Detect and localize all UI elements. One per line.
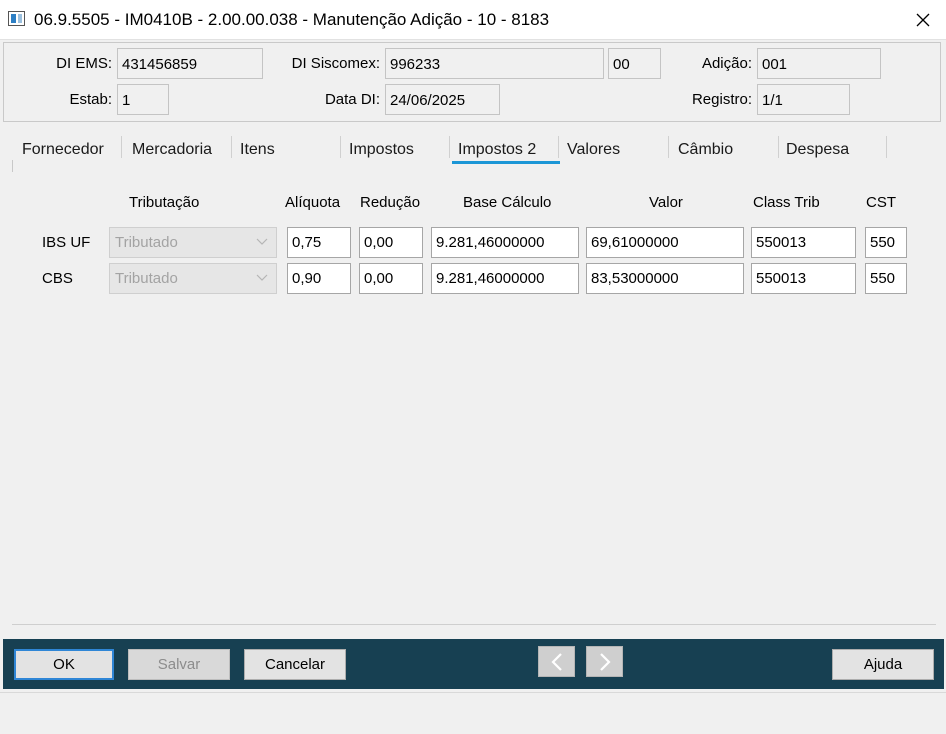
col-cst: CST <box>866 194 896 211</box>
ok-button[interactable]: OK <box>14 649 114 680</box>
cst-field[interactable]: 550 <box>865 263 907 294</box>
col-aliquota: Alíquota <box>285 194 341 211</box>
reducao-field[interactable]: 0,00 <box>359 263 423 294</box>
class-trib-field[interactable]: 550013 <box>751 263 856 294</box>
footer-bar: OK Salvar Cancelar Ajuda <box>3 639 944 689</box>
valor-field[interactable]: 83,53000000 <box>586 263 744 294</box>
reducao-field[interactable]: 0,00 <box>359 227 423 258</box>
di-siscomex-label: DI Siscomex: <box>291 55 380 72</box>
chevron-left-icon <box>550 652 562 671</box>
window-app-icon[interactable] <box>8 11 25 26</box>
adicao-label: Adição: <box>701 55 752 72</box>
row-label-cbs: CBS <box>42 270 73 287</box>
estab-label: Estab: <box>69 91 112 108</box>
status-bar <box>0 692 946 734</box>
data-di-field[interactable]: 24/06/2025 <box>385 84 500 115</box>
active-tab-indicator <box>452 161 560 164</box>
col-reducao: Redução <box>360 194 421 211</box>
di-ems-field[interactable]: 431456859 <box>117 48 263 79</box>
tab-mercadoria[interactable]: Mercadoria <box>122 132 212 168</box>
close-icon <box>916 13 930 27</box>
registro-field[interactable]: 1/1 <box>757 84 850 115</box>
next-button[interactable] <box>586 646 623 677</box>
di-ems-label: DI EMS: <box>56 55 112 72</box>
adicao-field[interactable]: 001 <box>757 48 881 79</box>
estab-field[interactable]: 1 <box>117 84 169 115</box>
col-base-calculo: Base Cálculo <box>463 194 552 211</box>
tributacao-value: Tributado <box>115 234 178 251</box>
col-class-trib: Class Trib <box>753 194 820 211</box>
ajuda-button[interactable]: Ajuda <box>832 649 934 680</box>
chevron-down-icon <box>256 238 268 245</box>
cancelar-button[interactable]: Cancelar <box>244 649 346 680</box>
di-siscomex-suffix-field[interactable]: 00 <box>608 48 661 79</box>
base-calculo-field[interactable]: 9.281,46000000 <box>431 263 579 294</box>
content-divider <box>12 624 936 625</box>
tab-separator <box>886 136 887 158</box>
tab-despesa[interactable]: Despesa <box>776 132 849 168</box>
previous-button[interactable] <box>538 646 575 677</box>
tab-cambio[interactable]: Câmbio <box>668 132 733 168</box>
data-di-label: Data DI: <box>324 91 380 108</box>
tributacao-select[interactable]: Tributado <box>109 227 277 258</box>
tributacao-select[interactable]: Tributado <box>109 263 277 294</box>
chevron-down-icon <box>256 274 268 281</box>
tab-valores[interactable]: Valores <box>557 132 620 168</box>
di-siscomex-field[interactable]: 996233 <box>385 48 604 79</box>
registro-label: Registro: <box>691 91 752 108</box>
tab-itens[interactable]: Itens <box>230 132 275 168</box>
close-button[interactable] <box>900 0 946 40</box>
tab-impostos[interactable]: Impostos <box>339 132 414 168</box>
tab-bar: Fornecedor Mercadoria Itens Impostos Imp… <box>12 132 892 170</box>
valor-field[interactable]: 69,61000000 <box>586 227 744 258</box>
class-trib-field[interactable]: 550013 <box>751 227 856 258</box>
tab-content-border <box>12 160 13 172</box>
aliquota-field[interactable]: 0,75 <box>287 227 351 258</box>
window-title: 06.9.5505 - IM0410B - 2.00.00.038 - Manu… <box>34 10 550 29</box>
col-valor: Valor <box>649 194 683 211</box>
row-label-ibs-uf: IBS UF <box>42 234 91 251</box>
cst-field[interactable]: 550 <box>865 227 907 258</box>
base-calculo-field[interactable]: 9.281,46000000 <box>431 227 579 258</box>
aliquota-field[interactable]: 0,90 <box>287 263 351 294</box>
tab-fornecedor[interactable]: Fornecedor <box>12 132 104 168</box>
title-bar: 06.9.5505 - IM0410B - 2.00.00.038 - Manu… <box>0 0 946 40</box>
col-tributacao: Tributação <box>129 194 200 211</box>
tributacao-value: Tributado <box>115 270 178 287</box>
salvar-button[interactable]: Salvar <box>128 649 230 680</box>
chevron-right-icon <box>599 652 611 671</box>
